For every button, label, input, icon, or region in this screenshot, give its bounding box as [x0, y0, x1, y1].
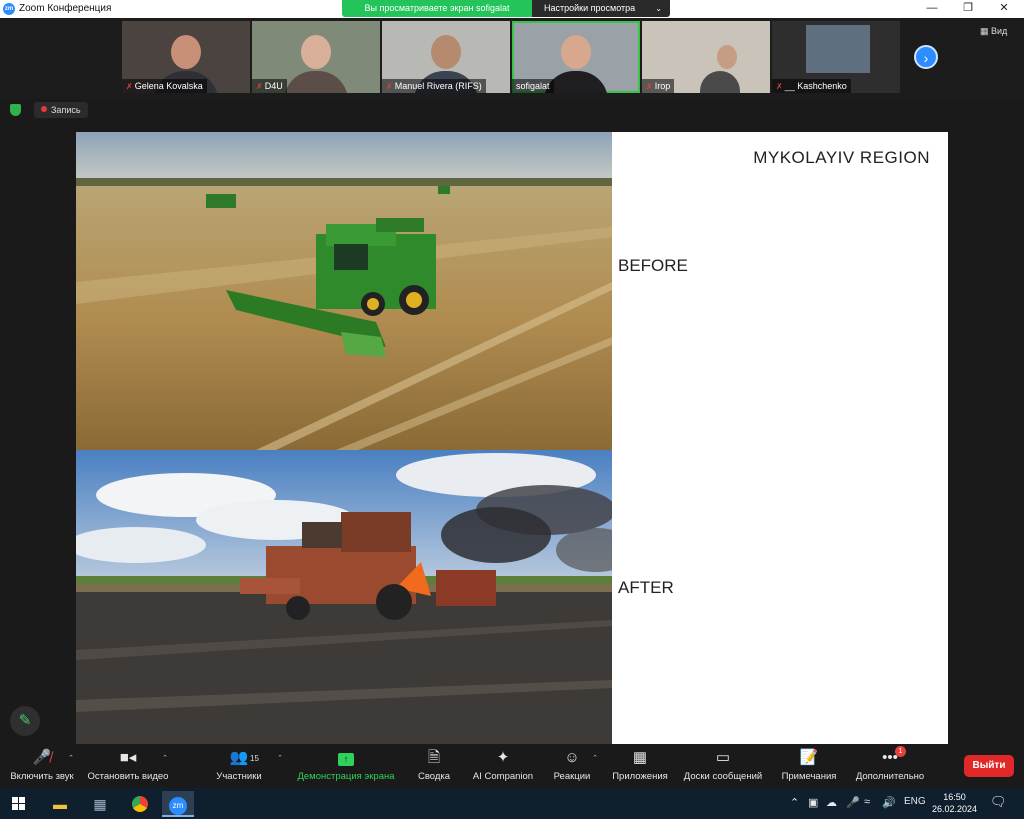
grid-icon: ▦: [980, 26, 989, 36]
recording-indicator[interactable]: Запись: [34, 102, 88, 118]
annotate-pencil-button[interactable]: ✎: [10, 706, 40, 736]
smiley-icon: ☺: [564, 749, 580, 766]
participant-name: Irop: [654, 81, 671, 91]
more-button[interactable]: ••• 1 Дополнительно: [852, 746, 928, 782]
participant-name: __ Kashchenko: [784, 81, 847, 91]
sparkle-icon: ✦: [496, 749, 510, 766]
participant-video: [431, 35, 461, 69]
after-label: AFTER: [618, 578, 674, 597]
after-fire-photo: [76, 450, 612, 744]
calculator-icon[interactable]: ▦: [84, 791, 116, 817]
participants-options-caret[interactable]: ⌃: [275, 752, 285, 763]
whiteboard-icon: ▭: [715, 749, 731, 766]
restore-icon[interactable]: ❐: [950, 0, 986, 18]
stop-video-button[interactable]: ■◂ Остановить видео: [86, 748, 170, 782]
view-button[interactable]: ▦ Вид: [980, 26, 1007, 37]
window-title: Zoom Конференция: [19, 3, 112, 14]
recording-bar: Запись: [0, 99, 1024, 121]
view-settings-dropdown[interactable]: Настройки просмотра ⌄: [532, 0, 670, 17]
video-camera-icon: ■◂: [119, 749, 137, 766]
network-wifi-icon[interactable]: ≈: [864, 796, 870, 808]
chrome-icon[interactable]: [124, 791, 156, 817]
participant-tile[interactable]: ✗ D4U: [252, 21, 380, 93]
zoom-taskbar-icon[interactable]: zm: [162, 791, 194, 817]
security-shield-icon[interactable]: [10, 104, 21, 116]
summary-icon: 🗎: [427, 749, 441, 766]
reactions-options-caret[interactable]: ⌃: [590, 752, 600, 763]
screen-share-banner: Вы просматриваете экран sofigalat: [342, 0, 532, 17]
participant-video: [301, 35, 331, 69]
participant-name: sofigalat: [516, 81, 550, 91]
participant-tile[interactable]: ✗ __ Kashchenko: [772, 21, 900, 93]
before-label: BEFORE: [618, 256, 688, 275]
leave-meeting-button[interactable]: Выйти: [964, 755, 1014, 777]
more-dots-icon: ••• 1: [852, 746, 928, 768]
zoom-app-icon: zm: [3, 3, 15, 15]
microphone-tray-icon[interactable]: 🎤: [846, 796, 860, 809]
participant-name: Gelena Kovalska: [134, 81, 203, 91]
recording-dot-icon: [41, 106, 47, 112]
taskbar-clock[interactable]: 16:50 26.02.2024: [932, 791, 977, 815]
chevron-down-icon: ⌄: [655, 4, 662, 13]
mic-muted-icon: ✗: [776, 82, 783, 91]
minimize-icon[interactable]: —: [914, 0, 950, 18]
apps-icon: ▦: [632, 749, 648, 766]
mic-muted-icon: ✗: [386, 82, 393, 91]
onedrive-cloud-icon[interactable]: ☁: [826, 796, 837, 809]
participant-video: [806, 25, 870, 73]
volume-icon[interactable]: 🔊: [882, 796, 896, 809]
before-harvest-photo: [76, 132, 612, 450]
share-screen-icon: ↑: [296, 748, 396, 768]
participant-tile[interactable]: ✗ Gelena Kovalska: [122, 21, 250, 93]
summary-button[interactable]: 🗎 Сводка: [414, 748, 454, 782]
participants-icon: 👥 15: [229, 749, 259, 766]
windows-start-icon[interactable]: [12, 797, 26, 811]
participant-video: [561, 35, 591, 69]
participant-video: [716, 45, 737, 69]
slide-region-title: MYKOLAYIV REGION: [753, 148, 930, 167]
meet-now-icon[interactable]: ▣: [808, 796, 818, 809]
notifications-icon[interactable]: 🗨: [990, 794, 1007, 810]
reactions-button[interactable]: ☺ Реакции: [552, 748, 592, 782]
chevron-up-icon: ⌃: [162, 755, 168, 762]
participant-video: [171, 35, 201, 69]
notes-button[interactable]: 📝 Примечания: [778, 748, 840, 782]
participant-name: D4U: [264, 81, 283, 91]
chevron-up-icon: ⌃: [592, 755, 598, 762]
windows-taskbar: ▬ ▦ zm ⌃ ▣ ☁ 🎤 ≈ 🔊 ENG 16:50 26.02.2024 …: [0, 788, 1024, 819]
input-language[interactable]: ENG: [904, 796, 926, 807]
participant-tile[interactable]: ✗ Irop: [642, 21, 770, 93]
mic-muted-icon: ✗: [256, 82, 263, 91]
close-icon[interactable]: ✕: [986, 0, 1022, 18]
whiteboards-button[interactable]: ▭ Доски сообщений: [681, 748, 765, 782]
mic-muted-icon: ✗: [646, 82, 653, 91]
presentation-slide: MYKOLAYIV REGION BEFORE AFTER: [76, 132, 948, 744]
view-settings-label: Настройки просмотра: [544, 3, 636, 13]
notification-badge: 1: [895, 746, 906, 757]
participants-button[interactable]: 👥 15 Участники: [212, 748, 266, 782]
chevron-up-icon: ⌃: [277, 755, 283, 762]
mic-muted-icon: ✗: [126, 82, 133, 91]
share-screen-button[interactable]: ↑ Демонстрация экрана: [296, 748, 396, 782]
video-options-caret[interactable]: ⌃: [160, 752, 170, 763]
apps-button[interactable]: ▦ Приложения: [610, 748, 670, 782]
tray-overflow-chevron-icon[interactable]: ⌃: [790, 796, 799, 809]
next-participants-button[interactable]: ›: [914, 45, 938, 69]
meeting-toolbar: 🎤̸ Включить звук ⌃ ■◂ Остановить видео ⌃…: [0, 744, 1024, 788]
shared-screen-area: MYKOLAYIV REGION BEFORE AFTER ✎: [0, 121, 1024, 744]
participant-name: Manuel Rivera (RIFS): [394, 81, 482, 91]
participant-tile[interactable]: ✗ Manuel Rivera (RIFS): [382, 21, 510, 93]
file-explorer-icon[interactable]: ▬: [44, 791, 76, 817]
audio-options-caret[interactable]: ⌃: [66, 752, 76, 763]
participant-tile-active-speaker[interactable]: sofigalat: [512, 21, 640, 93]
chevron-up-icon: ⌃: [68, 755, 74, 762]
ai-companion-button[interactable]: ✦ AI Companion: [470, 748, 536, 782]
participant-video-strip: ✗ Gelena Kovalska ✗ D4U ✗ Manuel Rivera (RI…: [0, 18, 1024, 99]
notes-icon: 📝: [799, 749, 819, 766]
